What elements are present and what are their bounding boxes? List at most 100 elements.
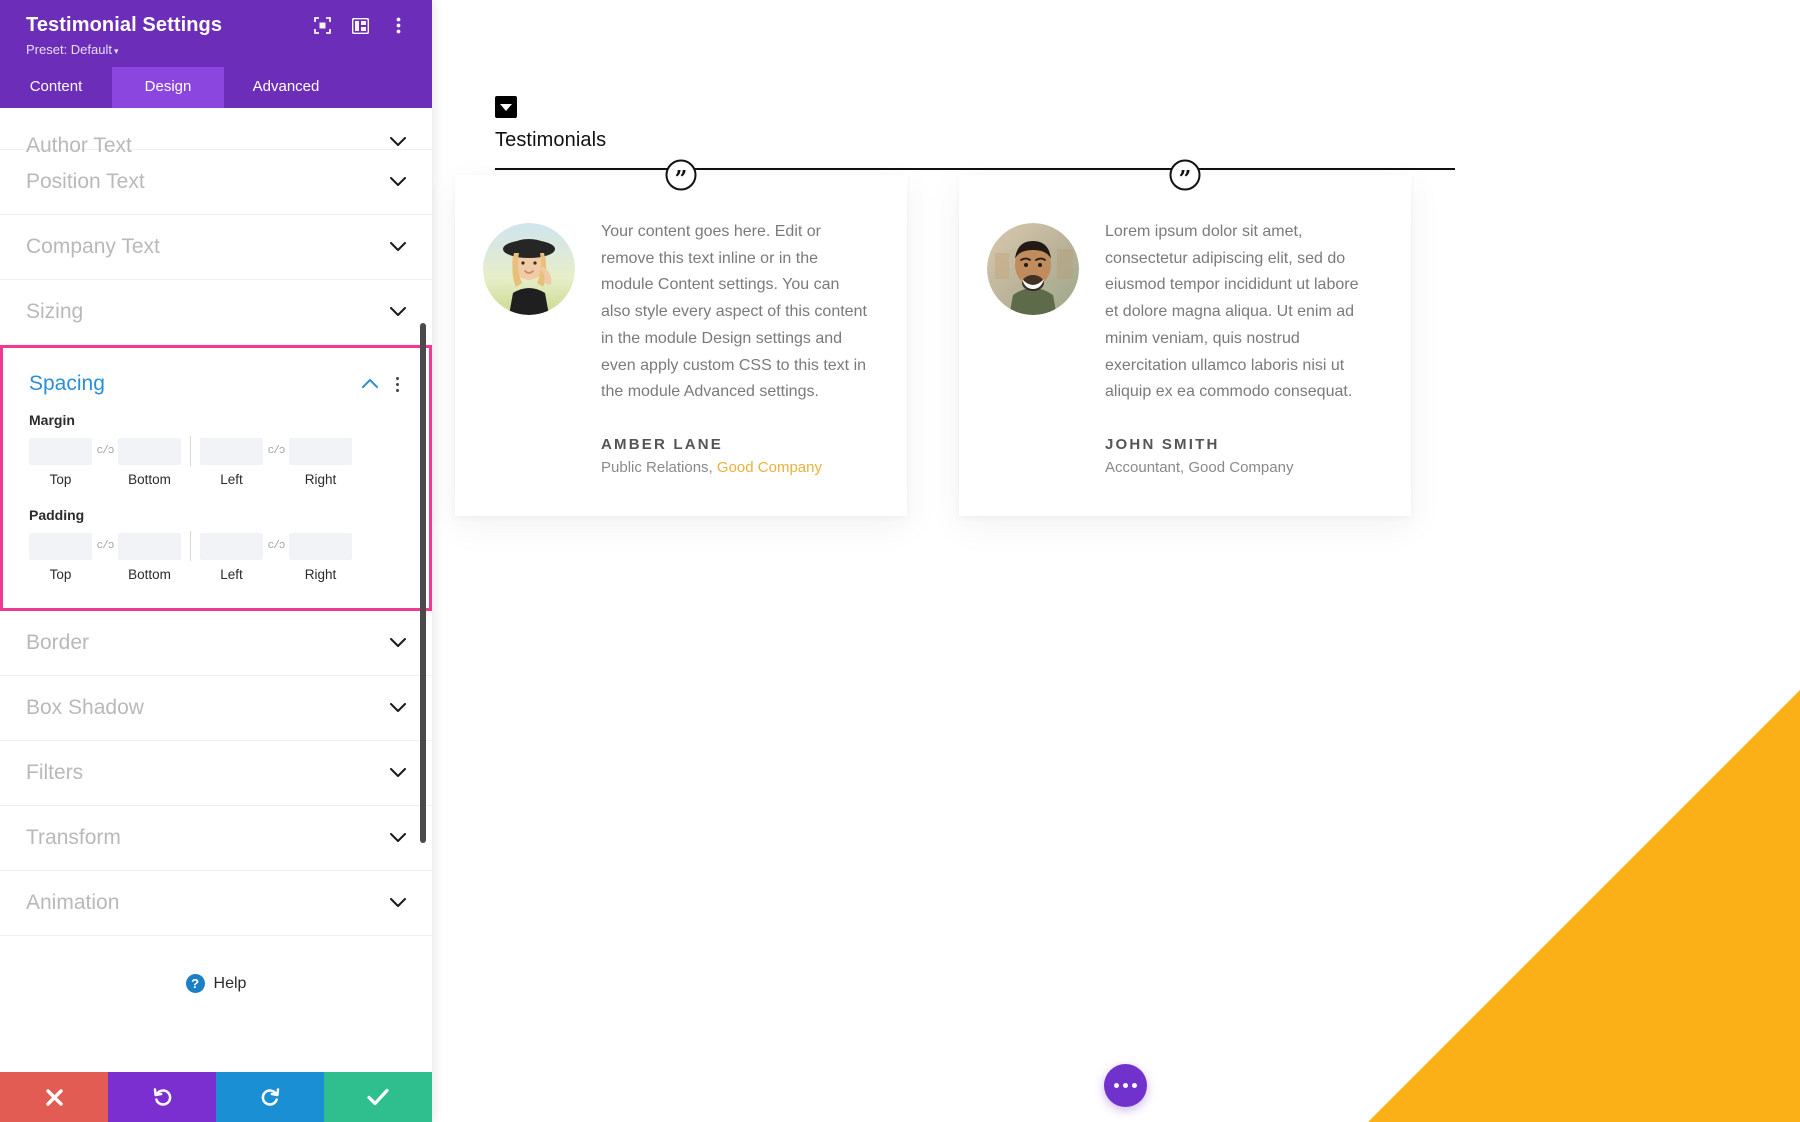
margin-left-input[interactable] [200,437,263,465]
panel-header: Testimonial Settings Preset: Default ▾ [0,0,432,67]
testimonial-position: Public Relations, Good Company [601,459,871,476]
testimonial-company-link[interactable]: Good Company [717,459,822,476]
testimonial-card[interactable]: ” [455,159,907,517]
accordion-label: Border [26,631,90,654]
link-padding-top-bottom-icon[interactable]: c/ɔ [92,540,118,552]
tab-advanced[interactable]: Advanced [224,67,348,108]
accordion-label: Spacing [29,372,105,395]
help-label: Help [213,974,247,992]
accordion-animation[interactable]: Animation [0,871,432,936]
margin-right-input[interactable] [289,437,352,465]
panel-title: Testimonial Settings [26,14,223,36]
accordion-label: Filters [26,761,84,784]
accordion-filters[interactable]: Filters [0,741,432,806]
panel-scrollbar-thumb[interactable] [420,323,426,843]
save-button[interactable] [324,1072,432,1122]
settings-panel: Testimonial Settings Preset: Default ▾ C… [0,0,432,1122]
spacing-options-kebab-icon[interactable] [392,375,403,394]
panel-scroll-area: Author Text Position Text Company Text S… [0,108,432,1072]
panel-scrollbar-track[interactable] [420,108,429,1072]
avatar [987,223,1079,315]
redo-icon [261,1087,279,1106]
testimonial-card-list: ” Your content goes here. Edit or remove… [455,159,1505,517]
testimonial-quote: Your content goes here. Edit or remove t… [601,223,867,401]
chevron-down-icon [390,833,406,843]
margin-top-input[interactable] [29,437,92,465]
accordion-label: Transform [26,826,121,849]
decorative-corner-triangle [1368,690,1800,1122]
quote-icon: ” [665,159,697,191]
accordion-label: Company Text [26,235,160,258]
margin-right-caption: Right [304,472,337,487]
margin-bottom-input[interactable] [118,437,181,465]
testimonial-card[interactable]: ” [959,159,1411,517]
focus-icon[interactable] [312,16,332,36]
chevron-down-icon [390,137,406,147]
margin-label: Margin [29,412,75,428]
divider [190,436,191,466]
link-margin-left-right-icon[interactable]: c/ɔ [263,445,289,457]
chevron-down-icon [390,307,406,317]
accordion-label: Box Shadow [26,696,144,719]
avatar [483,223,575,315]
layout-icon[interactable] [350,16,370,36]
accordion-label: Position Text [26,170,145,193]
padding-right-caption: Right [304,567,337,582]
accordion-label: Sizing [26,300,84,323]
testimonial-author: AMBER LANE [601,436,723,454]
question-mark-icon: ? [185,974,205,993]
tab-content[interactable]: Content [0,67,112,108]
accordion-label: Animation [26,891,120,914]
accordion-border[interactable]: Border [0,611,432,676]
ellipsis-icon-dot [1132,1083,1137,1088]
chevron-down-icon [390,703,406,713]
page-settings-fab[interactable] [1104,1064,1147,1107]
margin-left-caption: Left [220,472,243,487]
preset-selector[interactable]: Preset: Default ▾ [26,42,412,57]
chevron-down-icon: ▾ [114,46,119,56]
padding-left-caption: Left [220,567,243,582]
accordion-label: Author Text [26,134,132,157]
panel-tabs: Content Design Advanced [0,67,432,108]
testimonial-quote: Lorem ipsum dolor sit amet, consectetur … [1105,223,1359,401]
close-icon [45,1088,63,1106]
link-padding-left-right-icon[interactable]: c/ɔ [263,540,289,552]
margin-top-caption: Top [49,472,72,487]
testimonial-position-text: Public Relations, [601,459,717,477]
chevron-up-icon[interactable] [362,375,378,393]
accordion-spacing[interactable]: Spacing Margin c/ɔ c/ɔ Top Bottom Left R… [0,345,432,611]
accordion-position-text[interactable]: Position Text [0,150,432,215]
more-vertical-icon[interactable] [388,16,408,36]
redo-button[interactable] [216,1072,324,1122]
undo-button[interactable] [108,1072,216,1122]
section-collapse-badge[interactable] [495,96,517,118]
chevron-down-icon [390,242,406,252]
testimonial-position: Accountant, Good Company [1105,459,1294,477]
undo-icon [153,1087,171,1106]
chevron-down-icon [390,638,406,648]
margin-field-group: Margin c/ɔ c/ɔ Top Bottom Left Right [3,402,429,487]
padding-bottom-input[interactable] [118,532,181,560]
accordion-company-text[interactable]: Company Text [0,215,432,280]
page-title: Testimonials [495,129,1455,170]
ellipsis-icon-dot [1123,1083,1128,1088]
cancel-button[interactable] [0,1072,108,1122]
ellipsis-icon-dot [1114,1083,1119,1088]
panel-action-bar [0,1072,432,1122]
help-button[interactable]: ? Help [0,936,432,993]
testimonial-author: JOHN SMITH [1105,436,1220,454]
padding-left-input[interactable] [200,532,263,560]
accordion-transform[interactable]: Transform [0,806,432,871]
accordion-box-shadow[interactable]: Box Shadow [0,676,432,741]
preset-label: Preset: Default [26,42,112,57]
chevron-down-icon [390,177,406,187]
padding-top-input[interactable] [29,532,92,560]
accordion-author-text[interactable]: Author Text [0,108,432,157]
link-margin-top-bottom-icon[interactable]: c/ɔ [92,445,118,457]
check-icon [367,1088,389,1106]
padding-bottom-caption: Bottom [128,567,171,582]
accordion-sizing[interactable]: Sizing [0,280,432,345]
tab-design[interactable]: Design [112,67,224,108]
padding-right-input[interactable] [289,532,352,560]
padding-field-group: Padding c/ɔ c/ɔ Top Bottom Left Right [3,487,429,582]
